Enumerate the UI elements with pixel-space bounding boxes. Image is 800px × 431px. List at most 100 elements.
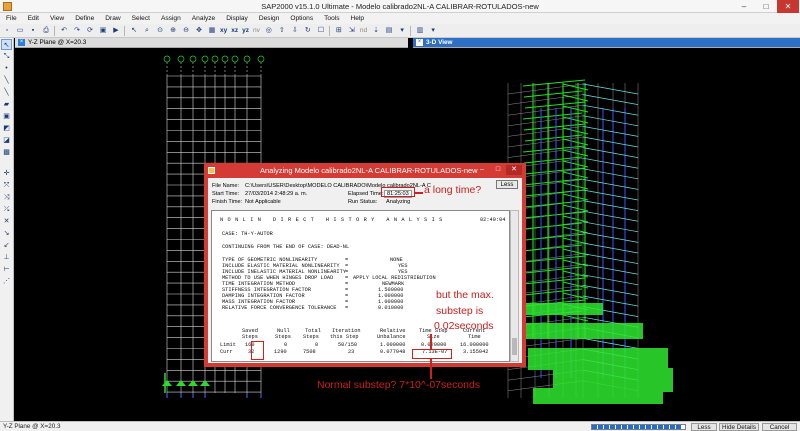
select-intersect-icon[interactable]: ⤯ bbox=[1, 204, 12, 215]
edge-beam bbox=[582, 168, 639, 180]
table-cell-time: 3.155042 bbox=[463, 349, 489, 355]
pointer-icon[interactable]: ↖ bbox=[129, 26, 139, 36]
open-file-icon[interactable]: ▭ bbox=[15, 26, 25, 36]
draw-area-icon[interactable]: ▰ bbox=[1, 99, 12, 110]
col-header-timestep-2: Size bbox=[427, 334, 440, 340]
menu-help[interactable]: Help bbox=[345, 13, 370, 24]
snap-points-icon[interactable]: ✕ bbox=[1, 216, 12, 227]
menu-select[interactable]: Select bbox=[126, 13, 155, 24]
less-button[interactable]: Less bbox=[691, 423, 717, 431]
display-dropdown[interactable]: nd bbox=[360, 26, 367, 36]
snap-lines-icon[interactable]: ⋰ bbox=[1, 276, 12, 287]
draw-rectangle-icon[interactable]: ▣ bbox=[1, 111, 12, 122]
table-cell-null: 0 bbox=[284, 342, 288, 348]
chevron-down-icon[interactable]: ▾ bbox=[428, 26, 438, 36]
dialog-minimize-button[interactable]: – bbox=[474, 165, 490, 175]
base-slab bbox=[523, 303, 603, 315]
rubberband-zoom-icon[interactable]: ⌕ bbox=[142, 26, 152, 36]
show-undeformed-icon[interactable]: ⊞ bbox=[334, 26, 344, 36]
draw-quad-icon[interactable]: ◩ bbox=[1, 123, 12, 134]
move-down-icon[interactable]: ⇩ bbox=[290, 26, 300, 36]
menu-options[interactable]: Options bbox=[284, 13, 318, 24]
menu-define[interactable]: Define bbox=[69, 13, 99, 24]
pointer-tool-icon[interactable]: ↖ bbox=[1, 39, 12, 50]
redo-icon[interactable]: ↷ bbox=[72, 26, 82, 36]
view-nv-button[interactable]: nv bbox=[253, 26, 260, 36]
menu-edit[interactable]: Edit bbox=[22, 13, 44, 24]
draw-frame-icon[interactable]: ╲ bbox=[1, 75, 12, 86]
view-options-icon[interactable]: ☐ bbox=[316, 26, 326, 36]
hinge-frame bbox=[522, 211, 586, 219]
zoom-in-icon[interactable]: ⊕ bbox=[168, 26, 178, 36]
refresh-icon[interactable]: ⟳ bbox=[85, 26, 95, 36]
hinge-frame bbox=[562, 127, 589, 135]
menu-draw[interactable]: Draw bbox=[99, 13, 125, 24]
menu-display[interactable]: Display bbox=[220, 13, 253, 24]
log-equals-sign: = bbox=[345, 275, 349, 281]
clear-selection-icon[interactable]: ⤨ bbox=[1, 192, 12, 203]
draw-joint-icon[interactable]: • bbox=[1, 63, 12, 74]
table-cell-unbalance: 1.000000 bbox=[380, 342, 406, 348]
close-icon[interactable]: × bbox=[18, 39, 25, 46]
snap-middle-icon[interactable]: ↙ bbox=[1, 240, 12, 251]
show-deformed-icon[interactable]: ⇣ bbox=[371, 26, 381, 36]
viewport-tab-3d[interactable]: × 3-D View bbox=[413, 38, 800, 48]
select-previous-icon[interactable]: ⤧ bbox=[1, 180, 12, 191]
edge-beam bbox=[582, 274, 639, 286]
close-button[interactable]: ✕ bbox=[777, 0, 799, 13]
elapsed-time-label: Elapsed Time: bbox=[348, 191, 384, 197]
display-results-icon[interactable]: ▥ bbox=[415, 26, 425, 36]
chevron-down-icon[interactable]: ▾ bbox=[397, 26, 407, 36]
show-forces-icon[interactable]: ⇲ bbox=[347, 26, 357, 36]
viewport-tab-yz[interactable]: × Y-Z Plane @ X=20.3 bbox=[15, 38, 408, 48]
menu-tools[interactable]: Tools bbox=[318, 13, 344, 24]
reshape-tool-icon[interactable]: ⤡ bbox=[1, 51, 12, 62]
minimize-button[interactable]: – bbox=[733, 0, 755, 13]
select-all-icon[interactable]: ✛ bbox=[1, 168, 12, 179]
zoom-out-icon[interactable]: ⊖ bbox=[181, 26, 191, 36]
lock-icon[interactable]: ▣ bbox=[98, 26, 108, 36]
dialog-maximize-button[interactable]: □ bbox=[490, 165, 506, 175]
run-status-label: Run Status: bbox=[348, 199, 378, 205]
draw-solid-icon[interactable]: ▩ bbox=[1, 147, 12, 158]
hinge-frame bbox=[562, 160, 589, 168]
snap-intersections-icon[interactable]: ⊥ bbox=[1, 252, 12, 263]
new-file-icon[interactable]: ▫ bbox=[2, 26, 12, 36]
view-xy-button[interactable]: xy bbox=[220, 26, 227, 36]
perspective-icon[interactable]: ◎ bbox=[264, 26, 274, 36]
menu-analyze[interactable]: Analyze bbox=[186, 13, 220, 24]
show-tables-icon[interactable]: ▤ bbox=[384, 26, 394, 36]
close-icon[interactable]: × bbox=[416, 39, 423, 46]
dialog-close-button[interactable]: ✕ bbox=[506, 165, 522, 175]
undo-icon[interactable]: ↶ bbox=[59, 26, 69, 36]
menu-file[interactable]: File bbox=[0, 13, 22, 24]
less-button[interactable]: Less bbox=[496, 180, 518, 189]
annotation-max-substep-1: but the max. bbox=[436, 289, 494, 301]
analysis-log[interactable]: N O N L I N D I R E C T H I S T O R Y A … bbox=[211, 210, 510, 362]
snap-perpendicular-icon[interactable]: ⊢ bbox=[1, 264, 12, 275]
save-icon[interactable]: ▪ bbox=[28, 26, 38, 36]
menu-design[interactable]: Design bbox=[253, 13, 285, 24]
snap-ends-icon[interactable]: ↘ bbox=[1, 228, 12, 239]
tower-beam bbox=[507, 115, 584, 127]
hide-details-button[interactable]: Hide Details bbox=[719, 423, 759, 431]
menu-view[interactable]: View bbox=[44, 13, 69, 24]
3d-view-icon[interactable]: ▦ bbox=[207, 26, 217, 36]
hinge-frame bbox=[562, 281, 589, 289]
print-icon[interactable]: ⎙ bbox=[41, 26, 51, 36]
run-analysis-icon[interactable]: ▶ bbox=[111, 26, 121, 36]
pan-icon[interactable]: ✥ bbox=[194, 26, 204, 36]
view-yz-button[interactable]: yz bbox=[242, 26, 249, 36]
log-scrollbar[interactable] bbox=[510, 210, 519, 362]
maximize-button[interactable]: □ bbox=[755, 0, 777, 13]
scrollbar-thumb[interactable] bbox=[512, 338, 517, 355]
view-xz-button[interactable]: xz bbox=[231, 26, 238, 36]
restore-zoom-icon[interactable]: ⊙ bbox=[155, 26, 165, 36]
cancel-button[interactable]: Cancel bbox=[762, 423, 797, 431]
draw-poly-icon[interactable]: ◪ bbox=[1, 135, 12, 146]
menu-assign[interactable]: Assign bbox=[155, 13, 186, 24]
dialog-title-bar[interactable]: Analyzing Modelo calibrado2NL-A CALIBRAR… bbox=[204, 163, 526, 178]
rotate-icon[interactable]: ↻ bbox=[303, 26, 313, 36]
draw-line-icon[interactable]: ╲ bbox=[1, 87, 12, 98]
move-up-icon[interactable]: ⇧ bbox=[277, 26, 287, 36]
